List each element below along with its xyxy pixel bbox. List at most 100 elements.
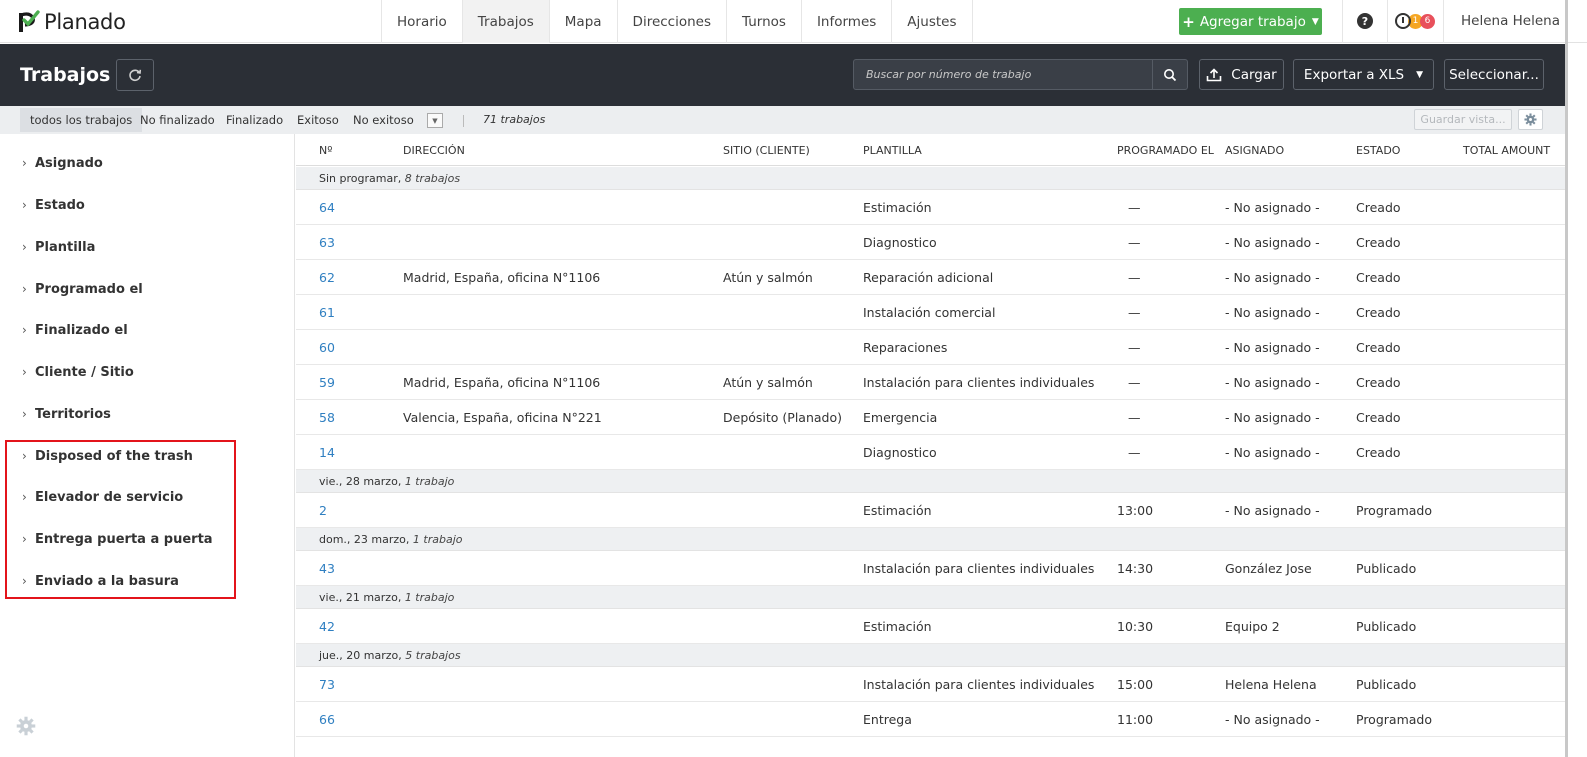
assigned-cell: - No asignado - [1225,270,1320,285]
table-row[interactable]: 61 Instalación comercial — - No asignado… [296,295,1565,330]
brand-name: Planado [44,10,126,34]
table-row[interactable]: 64 Estimación — - No asignado - Creado [296,190,1565,225]
job-number-link[interactable]: 59 [319,375,335,390]
sidebar-filter-finalizado[interactable]: › Finalizado el [22,320,128,340]
annotation-highlight-box [5,440,236,599]
nav-tab-horario[interactable]: Horario [381,0,462,43]
save-view-button[interactable]: Guardar vista... [1414,109,1512,130]
nav-tab-informes[interactable]: Informes [800,0,891,43]
export-xls-button[interactable]: Exportar a XLS ▼ [1293,59,1434,90]
chevron-right-icon: › [22,198,27,212]
scheduled-cell: — [1128,200,1141,215]
filter-tab-finished[interactable]: Finalizado [216,108,293,132]
column-header-assigned[interactable]: ASIGNADO [1225,144,1284,157]
group-header: dom., 23 marzo, 1 trabajo [296,528,1565,551]
notification-badge-red: 6 [1420,13,1435,29]
template-cell: Instalación para clientes individuales [863,561,1095,576]
template-cell: Entrega [863,712,912,727]
job-number-link[interactable]: 63 [319,235,335,250]
filter-tab-not-finished[interactable]: No finalizado [130,108,225,132]
nav-tab-turnos[interactable]: Turnos [726,0,801,43]
template-cell: Instalación comercial [863,305,996,320]
filter-tab-all[interactable]: todos los trabajos [20,108,143,132]
sidebar-filter-label: Plantilla [35,239,96,255]
filter-bar: todos los trabajos No finalizado Finaliz… [0,106,1565,134]
table-row[interactable]: 2 Estimación 13:00 - No asignado - Progr… [296,493,1565,528]
template-cell: Reparación adicional [863,270,994,285]
select-button[interactable]: Seleccionar... [1444,59,1544,90]
nav-tab-trabajos[interactable]: Trabajos [461,0,549,43]
scheduled-cell: — [1128,445,1141,460]
job-number-link[interactable]: 61 [319,305,335,320]
search-button[interactable] [1152,59,1188,90]
upload-button[interactable]: Cargar [1199,59,1284,90]
group-header: jue., 20 marzo, 5 trabajos [296,644,1565,667]
table-row[interactable]: 73 Instalación para clientes individuale… [296,667,1565,702]
column-header-site[interactable]: SITIO (CLIENTE) [723,144,810,157]
divider [463,115,464,127]
page-scrollbar[interactable] [1565,0,1568,757]
help-icon[interactable]: ? [1357,13,1373,29]
notifications-button[interactable]: 1 6 [1395,11,1435,31]
table-row[interactable]: 43 Instalación para clientes individuale… [296,551,1565,586]
sidebar-filter-estado[interactable]: › Estado [22,195,85,215]
refresh-button[interactable] [116,59,154,91]
jobs-table-header: Nº DIRECCIÓN SITIO (CLIENTE) PLANTILLA P… [296,134,1565,166]
column-header-number[interactable]: Nº [319,144,332,157]
column-header-total-amount[interactable]: TOTAL AMOUNT [1463,144,1550,157]
search-icon [1164,68,1177,81]
sidebar-settings-button[interactable] [16,716,36,740]
user-menu[interactable]: Helena Helena [1461,13,1560,29]
sidebar-filter-asignado[interactable]: › Asignado [22,153,103,173]
refresh-icon [129,69,142,82]
assigned-cell: - No asignado - [1225,445,1320,460]
job-number-link[interactable]: 66 [319,712,335,727]
table-row[interactable]: 60 Reparaciones — - No asignado - Creado [296,330,1565,365]
template-cell: Estimación [863,503,932,518]
column-header-scheduled[interactable]: PROGRAMADO EL [1117,144,1214,157]
table-row[interactable]: 62 Madrid, España, oficina N°1106 Atún y… [296,260,1565,295]
sidebar-filter-plantilla[interactable]: › Plantilla [22,237,95,257]
job-number-link[interactable]: 14 [319,445,335,460]
sidebar-filter-territorios[interactable]: › Territorios [22,404,111,424]
job-number-link[interactable]: 43 [319,561,335,576]
filter-tab-successful[interactable]: Exitoso [287,108,349,132]
nav-tab-mapa[interactable]: Mapa [548,0,617,43]
job-number-link[interactable]: 73 [319,677,335,692]
scheduled-cell: — [1128,305,1141,320]
scheduled-cell: — [1128,410,1141,425]
add-job-button[interactable]: + Agregar trabajo ▼ [1179,8,1322,35]
table-row[interactable]: 42 Estimación 10:30 Equipo 2 Publicado [296,609,1565,644]
scheduled-cell: 11:00 [1117,712,1154,727]
column-header-template[interactable]: PLANTILLA [863,144,922,157]
planado-logo[interactable]: Planado [18,8,126,36]
table-row[interactable]: 63 Diagnostico — - No asignado - Creado [296,225,1565,260]
status-cell: Creado [1356,445,1401,460]
status-cell: Creado [1356,200,1401,215]
assigned-cell: - No asignado - [1225,305,1320,320]
table-row[interactable]: 14 Diagnostico — - No asignado - Creado [296,435,1565,470]
template-cell: Estimación [863,200,932,215]
table-settings-button[interactable] [1518,109,1543,130]
column-header-address[interactable]: DIRECCIÓN [403,144,465,157]
job-number-link[interactable]: 2 [319,503,327,518]
sidebar-filter-programado[interactable]: › Programado el [22,279,143,299]
nav-tab-ajustes[interactable]: Ajustes [891,0,973,43]
export-xls-label: Exportar a XLS [1303,66,1405,83]
filter-tab-unsuccessful[interactable]: No exitoso [343,108,424,132]
job-number-link[interactable]: 60 [319,340,335,355]
job-number-link[interactable]: 64 [319,200,335,215]
job-number-link[interactable]: 42 [319,619,335,634]
table-row[interactable]: 58 Valencia, España, oficina N°221 Depós… [296,400,1565,435]
address-cell: Valencia, España, oficina N°221 [403,410,602,425]
job-number-link[interactable]: 62 [319,270,335,285]
scheduled-cell: 15:00 [1117,677,1154,692]
nav-tab-direcciones[interactable]: Direcciones [616,0,726,43]
job-search-input[interactable]: Buscar por número de trabajo [853,59,1153,90]
job-number-link[interactable]: 58 [319,410,335,425]
column-header-status[interactable]: ESTADO [1356,144,1400,157]
table-row[interactable]: 66 Entrega 11:00 - No asignado - Program… [296,702,1565,737]
sidebar-filter-cliente-sitio[interactable]: › Cliente / Sitio [22,362,134,382]
more-filters-dropdown[interactable]: ▼ [427,113,443,128]
table-row[interactable]: 59 Madrid, España, oficina N°1106 Atún y… [296,365,1565,400]
